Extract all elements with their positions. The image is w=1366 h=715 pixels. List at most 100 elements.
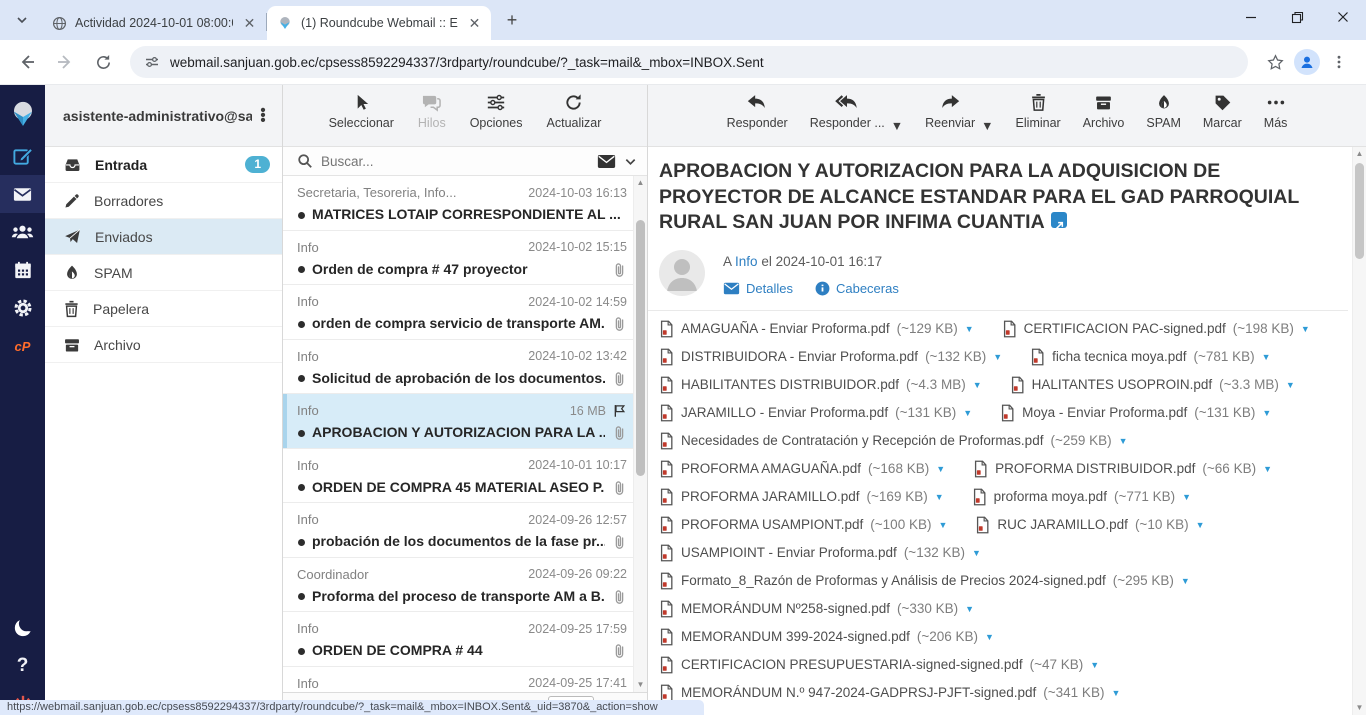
folder-entrada[interactable]: Entrada 1 [45,147,282,183]
attachment-menu-caret[interactable]: ▼ [1090,660,1099,670]
compose-button[interactable] [0,137,45,175]
reader-scrollbar-thumb[interactable] [1355,163,1364,259]
message-row[interactable]: Info 2024-10-02 13:42 Solicitud de aprob… [283,340,633,395]
scroll-up-arrow[interactable]: ▲ [634,177,647,189]
folder-archivo[interactable]: Archivo [45,327,282,363]
refresh-button[interactable]: Actualizar [547,93,602,130]
message-row[interactable]: Secretaria, Tesoreria, Info... 2024-10-0… [283,176,633,231]
bookmark-star-button[interactable] [1259,46,1291,78]
contacts-nav-button[interactable] [0,213,45,251]
message-row[interactable]: Info 2024-09-26 12:57 probación de los d… [283,503,633,558]
attachment-item[interactable]: JARAMILLO - Enviar Proforma.pdf (~131 KB… [659,404,972,422]
reader-scrollbar[interactable]: ▲ ▼ [1352,147,1366,715]
attachment-menu-caret[interactable]: ▼ [936,464,945,474]
forward-menu-caret[interactable]: ▼ [981,93,993,133]
list-scrollbar-thumb[interactable] [636,220,645,476]
scroll-up-arrow[interactable]: ▲ [1353,148,1366,160]
message-row[interactable]: Info 16 MB APROBACION Y AUTORIZACION PAR… [283,394,633,449]
attachment-menu-caret[interactable]: ▼ [993,352,1002,362]
attachment-menu-caret[interactable]: ▼ [1196,520,1205,530]
attachment-item[interactable]: USAMPIOINT - Enviar Proforma.pdf (~132 K… [659,544,981,562]
attachment-menu-caret[interactable]: ▼ [1181,576,1190,586]
open-in-new-window-icon[interactable] [1051,212,1067,228]
tab-search-button[interactable] [8,6,36,34]
attachment-item[interactable]: HALITANTES USOPROIN.pdf (~3.3 MB) ▼ [1010,376,1295,394]
attachment-item[interactable]: CERTIFICACION PRESUPUESTARIA-signed-sign… [659,656,1099,674]
new-tab-button[interactable]: + [499,7,525,33]
attachment-menu-caret[interactable]: ▼ [1263,464,1272,474]
threads-button[interactable]: Hilos [418,93,446,130]
attachment-item[interactable]: MEMORÁNDUM Nº258-signed.pdf (~330 KB) ▼ [659,600,974,618]
message-row[interactable]: Info 2024-10-02 15:15 Orden de compra # … [283,231,633,286]
mail-nav-button[interactable] [0,175,45,213]
settings-nav-button[interactable] [0,289,45,327]
mark-button[interactable]: Marcar [1203,93,1242,130]
attachment-menu-caret[interactable]: ▼ [1262,352,1271,362]
attachment-item[interactable]: proforma moya.pdf (~771 KB) ▼ [972,488,1191,506]
attachment-menu-caret[interactable]: ▼ [965,604,974,614]
more-button[interactable]: Más [1264,93,1288,130]
attachment-item[interactable]: RUC JARAMILLO.pdf (~10 KB) ▼ [975,516,1204,534]
search-scope-mail-icon[interactable] [597,154,616,169]
message-row[interactable]: Info 2024-09-25 17:41 [283,667,633,693]
roundcube-logo[interactable] [0,91,45,137]
dark-mode-toggle[interactable] [0,609,45,647]
delete-button[interactable]: Eliminar [1016,93,1061,130]
help-button[interactable]: ? [0,647,45,685]
minimize-button[interactable] [1228,0,1274,34]
folder-enviados[interactable]: Enviados [45,219,282,255]
close-button[interactable] [1320,0,1366,34]
attachment-item[interactable]: MEMORÁNDUM N.º 947-2024-GADPRSJ-PJFT-sig… [659,684,1120,702]
attachment-item[interactable]: PROFORMA JARAMILLO.pdf (~169 KB) ▼ [659,488,944,506]
forward-button[interactable] [49,46,81,78]
attachment-item[interactable]: AMAGUAÑA - Enviar Proforma.pdf (~129 KB)… [659,320,974,338]
attachment-item[interactable]: PROFORMA USAMPIONT.pdf (~100 KB) ▼ [659,516,947,534]
cpanel-logo[interactable]: cP [0,327,45,365]
reply-all-button[interactable]: Responder ... [810,93,885,130]
reload-button[interactable] [87,46,119,78]
attachment-item[interactable]: ficha tecnica moya.pdf (~781 KB) ▼ [1030,348,1270,366]
headers-link[interactable]: Cabeceras [815,281,899,296]
message-row[interactable]: Info 2024-10-02 14:59 orden de compra se… [283,285,633,340]
attachment-menu-caret[interactable]: ▼ [973,380,982,390]
folder-papelera[interactable]: Papelera [45,291,282,327]
folder-spam[interactable]: SPAM [45,255,282,291]
select-button[interactable]: Seleccionar [329,93,394,130]
url-bar[interactable]: webmail.sanjuan.gob.ec/cpsess8592294337/… [130,46,1248,78]
forward-button[interactable]: Reenviar [925,93,975,130]
attachment-item[interactable]: Necesidades de Contratación y Recepción … [659,432,1128,450]
browser-profile-avatar[interactable] [1294,49,1320,75]
attachment-menu-caret[interactable]: ▼ [1301,324,1310,334]
attachment-menu-caret[interactable]: ▼ [965,324,974,334]
attachment-item[interactable]: PROFORMA AMAGUAÑA.pdf (~168 KB) ▼ [659,460,945,478]
spam-button[interactable]: SPAM [1146,93,1181,130]
options-button[interactable]: Opciones [470,93,523,130]
attachment-menu-caret[interactable]: ▼ [963,408,972,418]
attachment-item[interactable]: CERTIFICACION PAC-signed.pdf (~198 KB) ▼ [1002,320,1310,338]
account-menu-button[interactable]: ••• [252,108,274,123]
attachment-menu-caret[interactable]: ▼ [972,548,981,558]
attachment-item[interactable]: Moya - Enviar Proforma.pdf (~131 KB) ▼ [1000,404,1271,422]
attachment-menu-caret[interactable]: ▼ [1182,492,1191,502]
attachment-item[interactable]: DISTRIBUIDORA - Enviar Proforma.pdf (~13… [659,348,1002,366]
tab-close-icon[interactable]: ✕ [466,15,483,32]
attachment-menu-caret[interactable]: ▼ [938,520,947,530]
restore-button[interactable] [1274,0,1320,34]
tab-close-icon[interactable]: ✕ [241,15,258,32]
attachment-item[interactable]: digital Autorización y aprobación-signed… [659,712,1026,715]
message-row[interactable]: Info 2024-09-25 17:59 ORDEN DE COMPRA # … [283,612,633,667]
attachment-menu-caret[interactable]: ▼ [1262,408,1271,418]
attachment-item[interactable]: PROFORMA DISTRIBUIDOR.pdf (~66 KB) ▼ [973,460,1272,478]
attachment-menu-caret[interactable]: ▼ [935,492,944,502]
back-button[interactable] [11,46,43,78]
recipient-link[interactable]: Info [735,254,758,269]
folder-borradores[interactable]: Borradores [45,183,282,219]
scroll-down-arrow[interactable]: ▼ [1353,702,1366,714]
archive-button[interactable]: Archivo [1083,93,1125,130]
search-input[interactable] [321,154,589,169]
attachment-menu-caret[interactable]: ▼ [1111,688,1120,698]
attachment-item[interactable]: HABILITANTES DISTRIBUIDOR.pdf (~4.3 MB) … [659,376,982,394]
tab-actividad[interactable]: Actividad 2024-10-01 08:00:00 ✕ [42,6,266,40]
browser-menu-button[interactable] [1323,46,1355,78]
attachment-item[interactable]: MEMORANDUM 399-2024-signed.pdf (~206 KB)… [659,628,994,646]
